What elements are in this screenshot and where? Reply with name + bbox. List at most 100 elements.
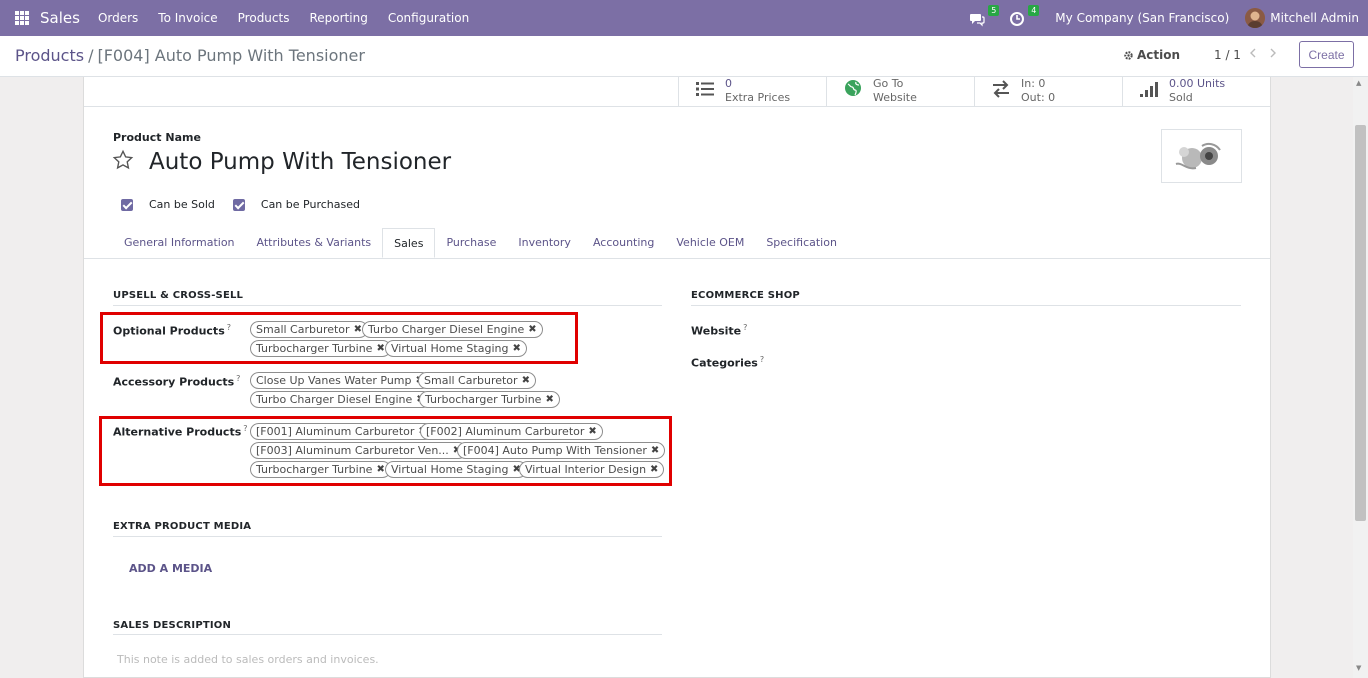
sales-description-field[interactable]: This note is added to sales orders and i… xyxy=(117,653,379,666)
chevron-right-icon xyxy=(1270,48,1276,58)
pager-value[interactable]: 1 / 1 xyxy=(1214,48,1241,62)
upsell-section-title: UPSELL & CROSS-SELL xyxy=(113,290,244,301)
scrollbar-thumb[interactable] xyxy=(1355,125,1366,521)
menu-configuration[interactable]: Configuration xyxy=(388,11,469,25)
tag-label: Small Carburetor xyxy=(424,374,518,387)
breadcrumb-separator: / xyxy=(88,46,94,65)
accessory-product-tag: Turbocharger Turbine ✖ xyxy=(419,391,560,408)
tabs-divider xyxy=(84,258,1270,259)
create-button[interactable]: Create xyxy=(1299,41,1354,68)
can-be-purchased-label: Can be Purchased xyxy=(260,198,360,211)
action-label: Action xyxy=(1137,48,1181,62)
favorite-star-icon[interactable] xyxy=(112,149,134,171)
tag-label: Close Up Vanes Water Pump xyxy=(256,374,412,387)
optional-products-highlight xyxy=(100,312,578,364)
menu-to-invoice[interactable]: To Invoice xyxy=(158,11,217,25)
ecommerce-section-title: ECOMMERCE SHOP xyxy=(691,290,800,301)
smart-buttons: 0 Extra Prices Go To Website In: 0 Out: … xyxy=(678,77,1270,107)
can-be-sold-checkbox[interactable] xyxy=(121,198,133,211)
tab-inventory[interactable]: Inventory xyxy=(507,228,582,258)
ecommerce-section-rule xyxy=(691,305,1241,306)
apps-menu-icon[interactable] xyxy=(15,11,29,25)
tag-label: Turbocharger Turbine xyxy=(425,393,542,406)
activities-count-badge: 4 xyxy=(1028,5,1040,16)
menu-products[interactable]: Products xyxy=(238,11,290,25)
extra-prices-button[interactable]: 0 Extra Prices xyxy=(678,77,826,107)
in-out-button[interactable]: In: 0 Out: 0 xyxy=(974,77,1122,107)
avatar xyxy=(1245,8,1266,28)
website-label-text: Website xyxy=(691,324,742,338)
breadcrumb-current: [F004] Auto Pump With Tensioner xyxy=(97,46,365,65)
breadcrumb: Products / [F004] Auto Pump With Tensioner xyxy=(15,46,365,65)
user-name: Mitchell Admin xyxy=(1270,11,1359,25)
product-name-label: Product Name xyxy=(113,131,201,144)
control-panel: Products / [F004] Auto Pump With Tensioner… xyxy=(0,36,1368,77)
extra-prices-value: 0 xyxy=(725,77,732,90)
action-menu-button[interactable]: Action xyxy=(1123,48,1180,62)
categories-field-label: Categories? xyxy=(691,355,764,370)
can-be-purchased-checkbox[interactable] xyxy=(232,198,245,211)
units-sold-button[interactable]: 0.00 Units Sold xyxy=(1122,77,1270,107)
chevron-left-icon xyxy=(1250,48,1256,58)
alternative-products-highlight xyxy=(99,416,672,486)
go-to-website-button[interactable]: Go To Website xyxy=(826,77,974,107)
accessory-products-label: Accessory Products? xyxy=(113,374,240,389)
transfer-icon xyxy=(993,80,1009,98)
add-media-button[interactable]: ADD A MEDIA xyxy=(129,562,212,575)
tag-label: Turbo Charger Diesel Engine xyxy=(256,393,413,406)
out-count: Out: 0 xyxy=(1021,91,1056,104)
extra-prices-label: Extra Prices xyxy=(725,91,791,104)
sales-description-section-title: SALES DESCRIPTION xyxy=(113,620,232,631)
sale-purchase-flags: Can be Sold Can be Purchased xyxy=(121,198,378,211)
menu-reporting[interactable]: Reporting xyxy=(309,11,367,25)
accessory-product-tag: Turbo Charger Diesel Engine✖ xyxy=(250,391,431,408)
tab-accounting[interactable]: Accounting xyxy=(582,228,665,258)
go-to-label: Go To xyxy=(873,77,904,90)
page-scrollbar[interactable]: ▲ ▼ xyxy=(1353,77,1368,678)
chat-icon xyxy=(970,14,985,27)
activities-button[interactable]: 4 xyxy=(1009,5,1040,28)
help-tooltip-marker[interactable]: ? xyxy=(760,355,764,364)
remove-tag-icon[interactable]: ✖ xyxy=(522,373,530,388)
tab-attributes-variants[interactable]: Attributes & Variants xyxy=(246,228,383,258)
in-count: In: 0 xyxy=(1021,77,1046,90)
tab-specification[interactable]: Specification xyxy=(755,228,848,258)
pager-next-button[interactable] xyxy=(1269,46,1277,62)
menu-orders[interactable]: Orders xyxy=(98,11,138,25)
can-be-sold-label: Can be Sold xyxy=(149,198,215,211)
product-image[interactable] xyxy=(1161,129,1242,183)
scroll-up-arrow-icon[interactable]: ▲ xyxy=(1356,79,1361,87)
signal-icon xyxy=(1140,82,1158,97)
app-brand[interactable]: Sales xyxy=(40,9,80,27)
accessory-products-label-text: Accessory Products xyxy=(113,375,235,389)
messages-button[interactable]: 5 xyxy=(969,5,1000,28)
form-tabs: General Information Attributes & Variant… xyxy=(113,228,848,258)
website-field-label: Website? xyxy=(691,323,747,338)
tab-general-information[interactable]: General Information xyxy=(113,228,246,258)
form-sheet: 0 Extra Prices Go To Website In: 0 Out: … xyxy=(83,77,1271,678)
company-switcher[interactable]: My Company (San Francisco) xyxy=(1055,11,1229,25)
user-menu[interactable]: Mitchell Admin xyxy=(1245,8,1359,28)
categories-label-text: Categories xyxy=(691,356,758,370)
accessory-product-tag: Small Carburetor ✖ xyxy=(418,372,536,389)
help-tooltip-marker[interactable]: ? xyxy=(743,323,747,332)
sales-description-section-rule xyxy=(113,634,662,635)
tab-purchase[interactable]: Purchase xyxy=(435,228,507,258)
product-name-field[interactable]: Auto Pump With Tensioner xyxy=(149,149,451,175)
tab-vehicle-oem[interactable]: Vehicle OEM xyxy=(665,228,755,258)
website-label: Website xyxy=(873,91,917,104)
help-tooltip-marker[interactable]: ? xyxy=(236,374,240,383)
extra-media-section-title: EXTRA PRODUCT MEDIA xyxy=(113,521,252,532)
tab-sales[interactable]: Sales xyxy=(382,228,436,258)
upsell-section-rule xyxy=(113,305,662,306)
breadcrumb-products-link[interactable]: Products xyxy=(15,46,84,65)
extra-media-section-rule xyxy=(113,536,662,537)
messages-count-badge: 5 xyxy=(988,5,1000,16)
top-navbar: Sales Orders To Invoice Products Reporti… xyxy=(0,0,1368,36)
smart-buttons-divider xyxy=(84,106,1270,107)
remove-tag-icon[interactable]: ✖ xyxy=(545,392,553,407)
gear-icon xyxy=(1124,50,1133,60)
units-sold-label: Sold xyxy=(1169,91,1193,104)
scroll-down-arrow-icon[interactable]: ▼ xyxy=(1356,664,1361,672)
pager-previous-button[interactable] xyxy=(1249,46,1257,62)
